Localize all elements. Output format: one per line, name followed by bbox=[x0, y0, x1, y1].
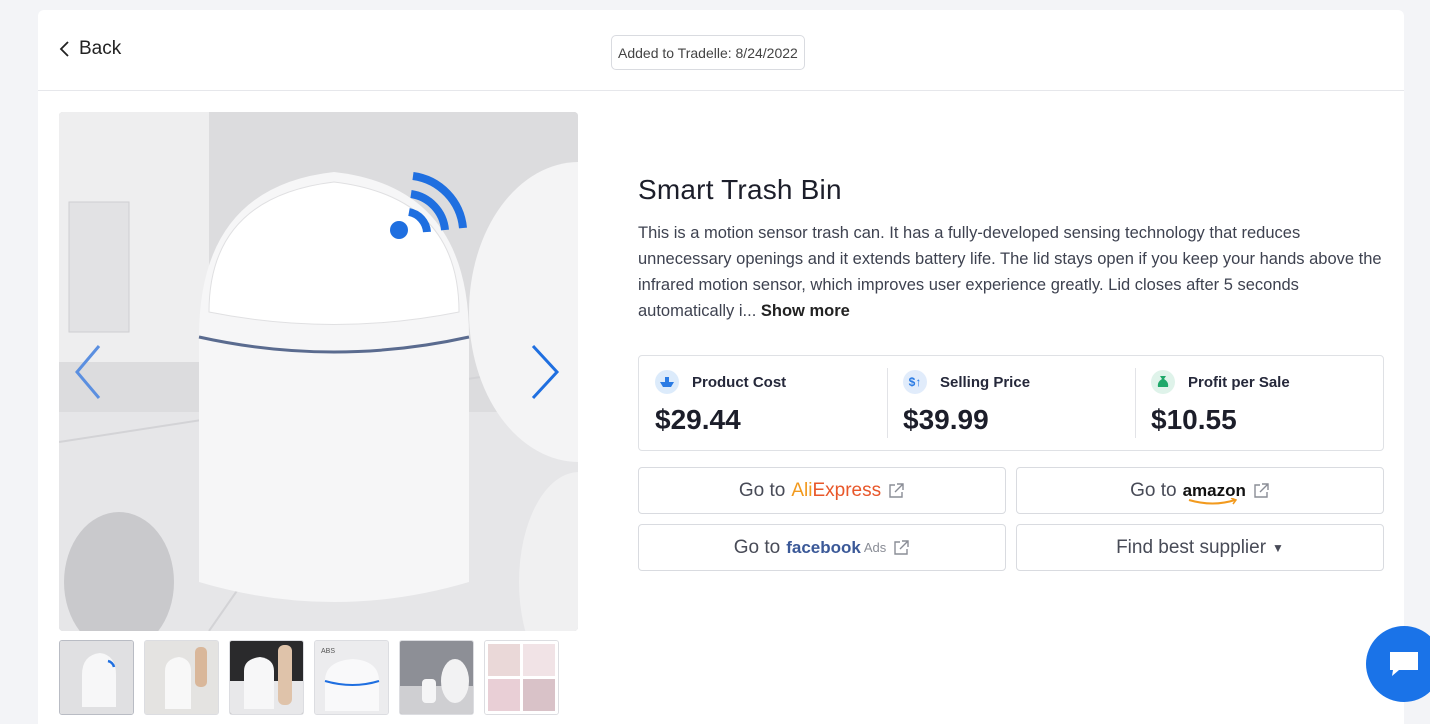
ship-icon bbox=[655, 370, 679, 394]
product-card: Back Added to Tradelle: 8/24/2022 ABS Sm… bbox=[38, 10, 1404, 724]
aliexpress-logo: AliExpress bbox=[791, 479, 882, 501]
profit-stat: Profit per Sale $10.55 bbox=[1135, 356, 1383, 450]
selling-price-value: $39.99 bbox=[903, 404, 989, 435]
profit-value: $10.55 bbox=[1151, 404, 1237, 435]
amazon-logo: amazon bbox=[1183, 481, 1246, 504]
price-stats-panel: Product Cost $29.44 $↑ Selling Price $39… bbox=[638, 355, 1384, 451]
prev-image-arrow[interactable] bbox=[69, 340, 109, 404]
product-cost-value: $29.44 bbox=[655, 404, 741, 435]
product-cost-label: Product Cost bbox=[692, 373, 787, 391]
thumbnail-image bbox=[485, 641, 558, 714]
main-product-image bbox=[59, 112, 578, 631]
product-description: This is a motion sensor trash can. It ha… bbox=[638, 220, 1388, 324]
selling-price-stat: $↑ Selling Price $39.99 bbox=[887, 356, 1135, 450]
thumbnail-4[interactable]: ABS bbox=[314, 640, 389, 715]
chat-bubble-icon bbox=[1390, 652, 1418, 676]
back-label: Back bbox=[79, 38, 122, 59]
thumbnail-image bbox=[230, 641, 303, 714]
back-button[interactable]: Back bbox=[58, 38, 121, 60]
thumbnail-image bbox=[145, 641, 218, 714]
next-image-arrow[interactable] bbox=[529, 340, 569, 404]
thumbnail-6[interactable] bbox=[484, 640, 559, 715]
chevron-left-icon bbox=[75, 345, 101, 399]
aliexpress-button[interactable]: Go to AliExpress bbox=[638, 467, 1006, 514]
thumbnail-3[interactable] bbox=[229, 640, 304, 715]
chevron-left-icon bbox=[59, 41, 69, 57]
trash-bin-illustration bbox=[59, 112, 578, 631]
find-supplier-dropdown[interactable]: Find best supplier ▼ bbox=[1016, 524, 1384, 571]
go-to-label: Go to bbox=[1130, 479, 1177, 501]
show-more-link[interactable]: Show more bbox=[761, 302, 850, 320]
amazon-button[interactable]: Go to amazon bbox=[1016, 467, 1384, 514]
caret-down-icon: ▼ bbox=[1272, 540, 1284, 555]
external-link-icon bbox=[894, 539, 909, 555]
thumbnail-strip: ABS bbox=[59, 640, 559, 715]
product-cost-stat: Product Cost $29.44 bbox=[639, 356, 887, 450]
thumbnail-image bbox=[60, 641, 133, 714]
thumbnail-2[interactable] bbox=[144, 640, 219, 715]
thumbnail-image bbox=[400, 641, 473, 714]
go-to-label: Go to bbox=[738, 479, 786, 501]
selling-price-label: Selling Price bbox=[940, 373, 1031, 391]
find-supplier-label: Find best supplier bbox=[1116, 536, 1267, 558]
ads-label: Ads bbox=[863, 540, 887, 555]
thumbnail-image: ABS bbox=[315, 641, 388, 714]
product-title: Smart Trash Bin bbox=[638, 174, 842, 205]
facebook-ads-button[interactable]: Go to facebook Ads bbox=[638, 524, 1006, 571]
thumbnail-1[interactable] bbox=[59, 640, 134, 715]
thumb-abs-text: ABS bbox=[321, 648, 335, 655]
thumbnail-5[interactable] bbox=[399, 640, 474, 715]
top-bar: Back Added to Tradelle: 8/24/2022 bbox=[38, 10, 1404, 91]
facebook-logo: facebook bbox=[786, 537, 861, 557]
profit-label: Profit per Sale bbox=[1188, 373, 1290, 391]
go-to-label: Go to bbox=[733, 536, 781, 558]
chevron-right-icon bbox=[531, 344, 560, 400]
external-link-icon bbox=[1254, 482, 1269, 498]
description-text: This is a motion sensor trash can. It ha… bbox=[638, 224, 1382, 320]
external-link-icon bbox=[889, 482, 904, 498]
money-bag-icon bbox=[1151, 370, 1175, 394]
added-date-badge: Added to Tradelle: 8/24/2022 bbox=[611, 35, 805, 70]
dollar-up-icon: $↑ bbox=[903, 370, 927, 394]
